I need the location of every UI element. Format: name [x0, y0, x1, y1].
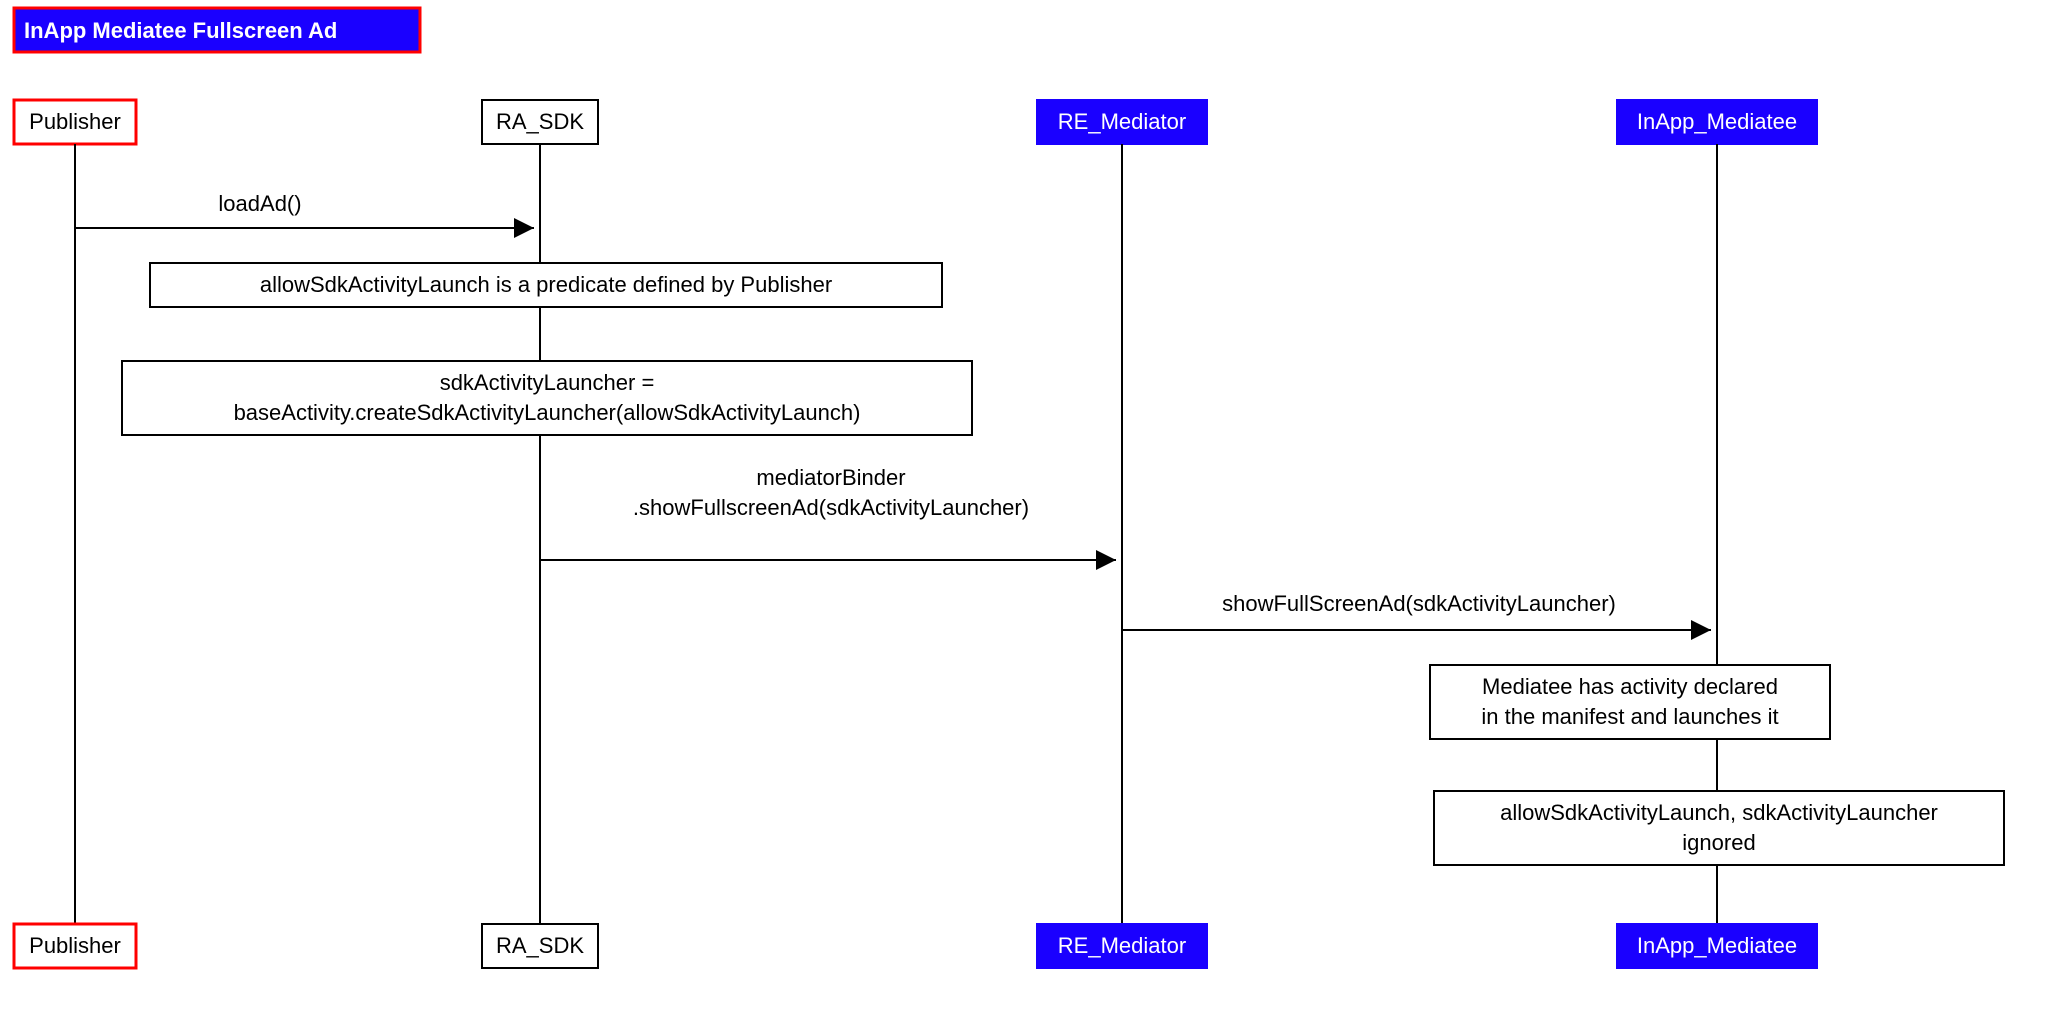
msg-mediator-line1: mediatorBinder [756, 465, 905, 490]
msg-loadad-label: loadAd() [218, 191, 301, 216]
participant-inapp-mediatee-label: InApp_Mediatee [1637, 109, 1797, 134]
diagram-title: InApp Mediatee Fullscreen Ad [24, 18, 337, 43]
note-predicate-text: allowSdkActivityLaunch is a predicate de… [260, 272, 832, 297]
sequence-diagram: InApp Mediatee Fullscreen Ad Publisher R… [0, 0, 2048, 1019]
participant-re-mediator-label: RE_Mediator [1058, 109, 1186, 134]
msg-mediator-line2: .showFullscreenAd(sdkActivityLauncher) [633, 495, 1029, 520]
note-mediatee-activity-line2: in the manifest and launches it [1481, 704, 1778, 729]
participant-ra-sdk-label: RA_SDK [496, 109, 584, 134]
svg-text:RA_SDK: RA_SDK [496, 933, 584, 958]
svg-text:Publisher: Publisher [29, 933, 121, 958]
participant-publisher-label: Publisher [29, 109, 121, 134]
msg-showfullscreen-label: showFullScreenAd(sdkActivityLauncher) [1222, 591, 1616, 616]
svg-text:RE_Mediator: RE_Mediator [1058, 933, 1186, 958]
note-mediatee-activity-line1: Mediatee has activity declared [1482, 674, 1778, 699]
note-launcher-line1: sdkActivityLauncher = [440, 370, 655, 395]
note-ignored-line1: allowSdkActivityLaunch, sdkActivityLaunc… [1500, 800, 1938, 825]
svg-text:InApp_Mediatee: InApp_Mediatee [1637, 933, 1797, 958]
note-launcher-line2: baseActivity.createSdkActivityLauncher(a… [234, 400, 861, 425]
note-ignored-line2: ignored [1682, 830, 1755, 855]
